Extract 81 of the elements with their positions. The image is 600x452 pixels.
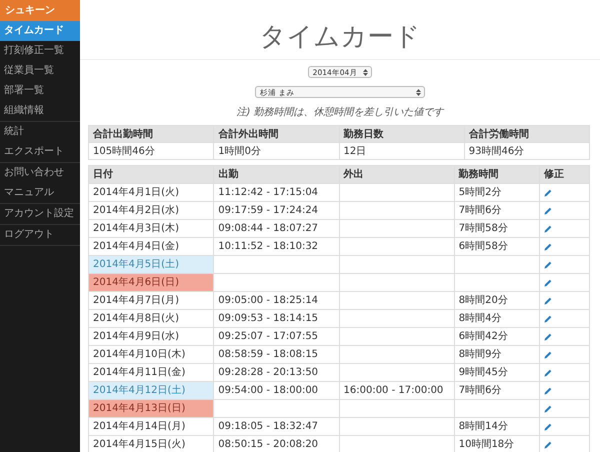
table-cell: 9時間45分 (458, 367, 508, 378)
pencil-icon[interactable] (544, 404, 552, 413)
table-cell: 7時間6分 (458, 205, 502, 216)
pencil-icon[interactable] (544, 242, 552, 251)
sidebar-item[interactable]: 部署一覧 (0, 81, 80, 101)
table-cell: 6時間42分 (458, 331, 508, 342)
table-cell: 08:50:15 - 20:08:20 (218, 439, 318, 450)
pencil-icon[interactable] (544, 368, 552, 377)
table-cell: 7時間58分 (458, 223, 508, 234)
column-header: 勤務時間 (454, 166, 540, 184)
sidebar-item[interactable]: ログアウト (0, 225, 80, 245)
table-cell: 09:28:28 - 20:13:50 (218, 367, 318, 378)
column-header: 出勤 (214, 166, 339, 184)
date-cell: 2014年4月6日(日) (88, 274, 214, 292)
page-title: タイムカード (80, 0, 600, 60)
table-cell: 1時間0分 (214, 142, 339, 160)
table-cell: 8時間4分 (458, 313, 502, 324)
sidebar-item[interactable]: アカウント設定 (0, 204, 80, 224)
table-cell: 09:09:53 - 18:14:15 (218, 313, 318, 324)
table-cell: 6時間58分 (458, 241, 508, 252)
date-cell: 2014年4月14日(月) (88, 418, 214, 436)
date-cell: 2014年4月10日(木) (88, 346, 214, 364)
pencil-icon[interactable] (544, 350, 552, 359)
table-cell: 09:25:07 - 17:07:55 (218, 331, 318, 342)
table-cell: 10時間18分 (458, 439, 514, 450)
table-cell: 09:08:44 - 18:07:27 (218, 223, 318, 234)
pencil-icon[interactable] (544, 386, 552, 395)
column-header: 日付 (88, 166, 214, 184)
select-arrows-icon (416, 89, 421, 96)
sidebar-item[interactable]: 打刻修正一覧 (0, 41, 80, 61)
pencil-icon[interactable] (544, 314, 552, 323)
select-arrows-icon (363, 69, 368, 76)
pencil-icon[interactable] (544, 440, 552, 449)
table-cell: 09:17:59 - 17:24:24 (218, 205, 318, 216)
sidebar-item[interactable]: 組織情報 (0, 101, 80, 121)
column-header: 外出 (339, 166, 454, 184)
table-cell: 08:58:59 - 18:08:15 (218, 349, 318, 360)
table-cell: 12日 (339, 142, 464, 160)
column-header: 勤務日数 (339, 126, 464, 143)
sidebar-item[interactable]: タイムカード (0, 21, 80, 41)
table-cell: 8時間9分 (458, 349, 502, 360)
date-cell: 2014年4月2日(水) (88, 202, 214, 220)
column-header: 修正 (539, 166, 590, 184)
table-cell: 7時間6分 (458, 385, 502, 396)
date-cell: 2014年4月8日(火) (88, 310, 214, 328)
date-cell: 2014年4月9日(水) (88, 328, 214, 346)
pencil-icon[interactable] (544, 278, 552, 287)
pencil-icon[interactable] (544, 260, 552, 269)
table-cell: 16:00:00 - 17:00:00 (344, 385, 444, 396)
column-header: 合計外出時間 (214, 126, 339, 143)
table-cell: 09:54:00 - 18:00:00 (218, 385, 318, 396)
column-header: 合計出勤時間 (88, 126, 214, 143)
date-cell: 2014年4月1日(火) (88, 184, 214, 202)
pencil-icon[interactable] (544, 206, 552, 215)
sidebar-item[interactable]: エクスポート (0, 142, 80, 162)
sidebar-item[interactable]: マニュアル (0, 183, 80, 203)
date-cell: 2014年4月3日(木) (88, 220, 214, 238)
table-cell: 93時間46分 (464, 142, 590, 160)
table-cell: 105時間46分 (88, 142, 214, 160)
pencil-icon[interactable] (544, 224, 552, 233)
pencil-icon[interactable] (544, 422, 552, 431)
sidebar-item[interactable]: 従業員一覧 (0, 61, 80, 81)
pencil-icon[interactable] (544, 188, 552, 197)
date-cell: 2014年4月7日(月) (88, 292, 214, 310)
date-cell: 2014年4月15日(火) (88, 436, 214, 452)
date-cell: 2014年4月13日(日) (88, 400, 214, 418)
table-cell: 09:05:00 - 18:25:14 (218, 295, 318, 306)
column-header: 合計労働時間 (464, 126, 590, 143)
table-cell: 11:12:42 - 17:15:04 (218, 187, 318, 198)
pencil-icon[interactable] (544, 296, 552, 305)
pencil-icon[interactable] (544, 332, 552, 341)
note-text: 注) 勤務時間は、休憩時間を差し引いた値です (235, 106, 446, 120)
table-cell: 09:18:05 - 18:32:47 (218, 421, 318, 432)
table-cell: 8時間20分 (458, 295, 508, 306)
date-cell: 2014年4月12日(土) (88, 382, 214, 400)
table-cell: 10:11:52 - 18:10:32 (218, 241, 318, 252)
table-cell: 8時間14分 (458, 421, 508, 432)
table-cell: 5時間2分 (458, 187, 502, 198)
sidebar-item[interactable]: 統計 (0, 122, 80, 142)
sidebar-item[interactable]: お問い合わせ (0, 163, 80, 183)
date-cell: 2014年4月5日(土) (88, 256, 214, 274)
